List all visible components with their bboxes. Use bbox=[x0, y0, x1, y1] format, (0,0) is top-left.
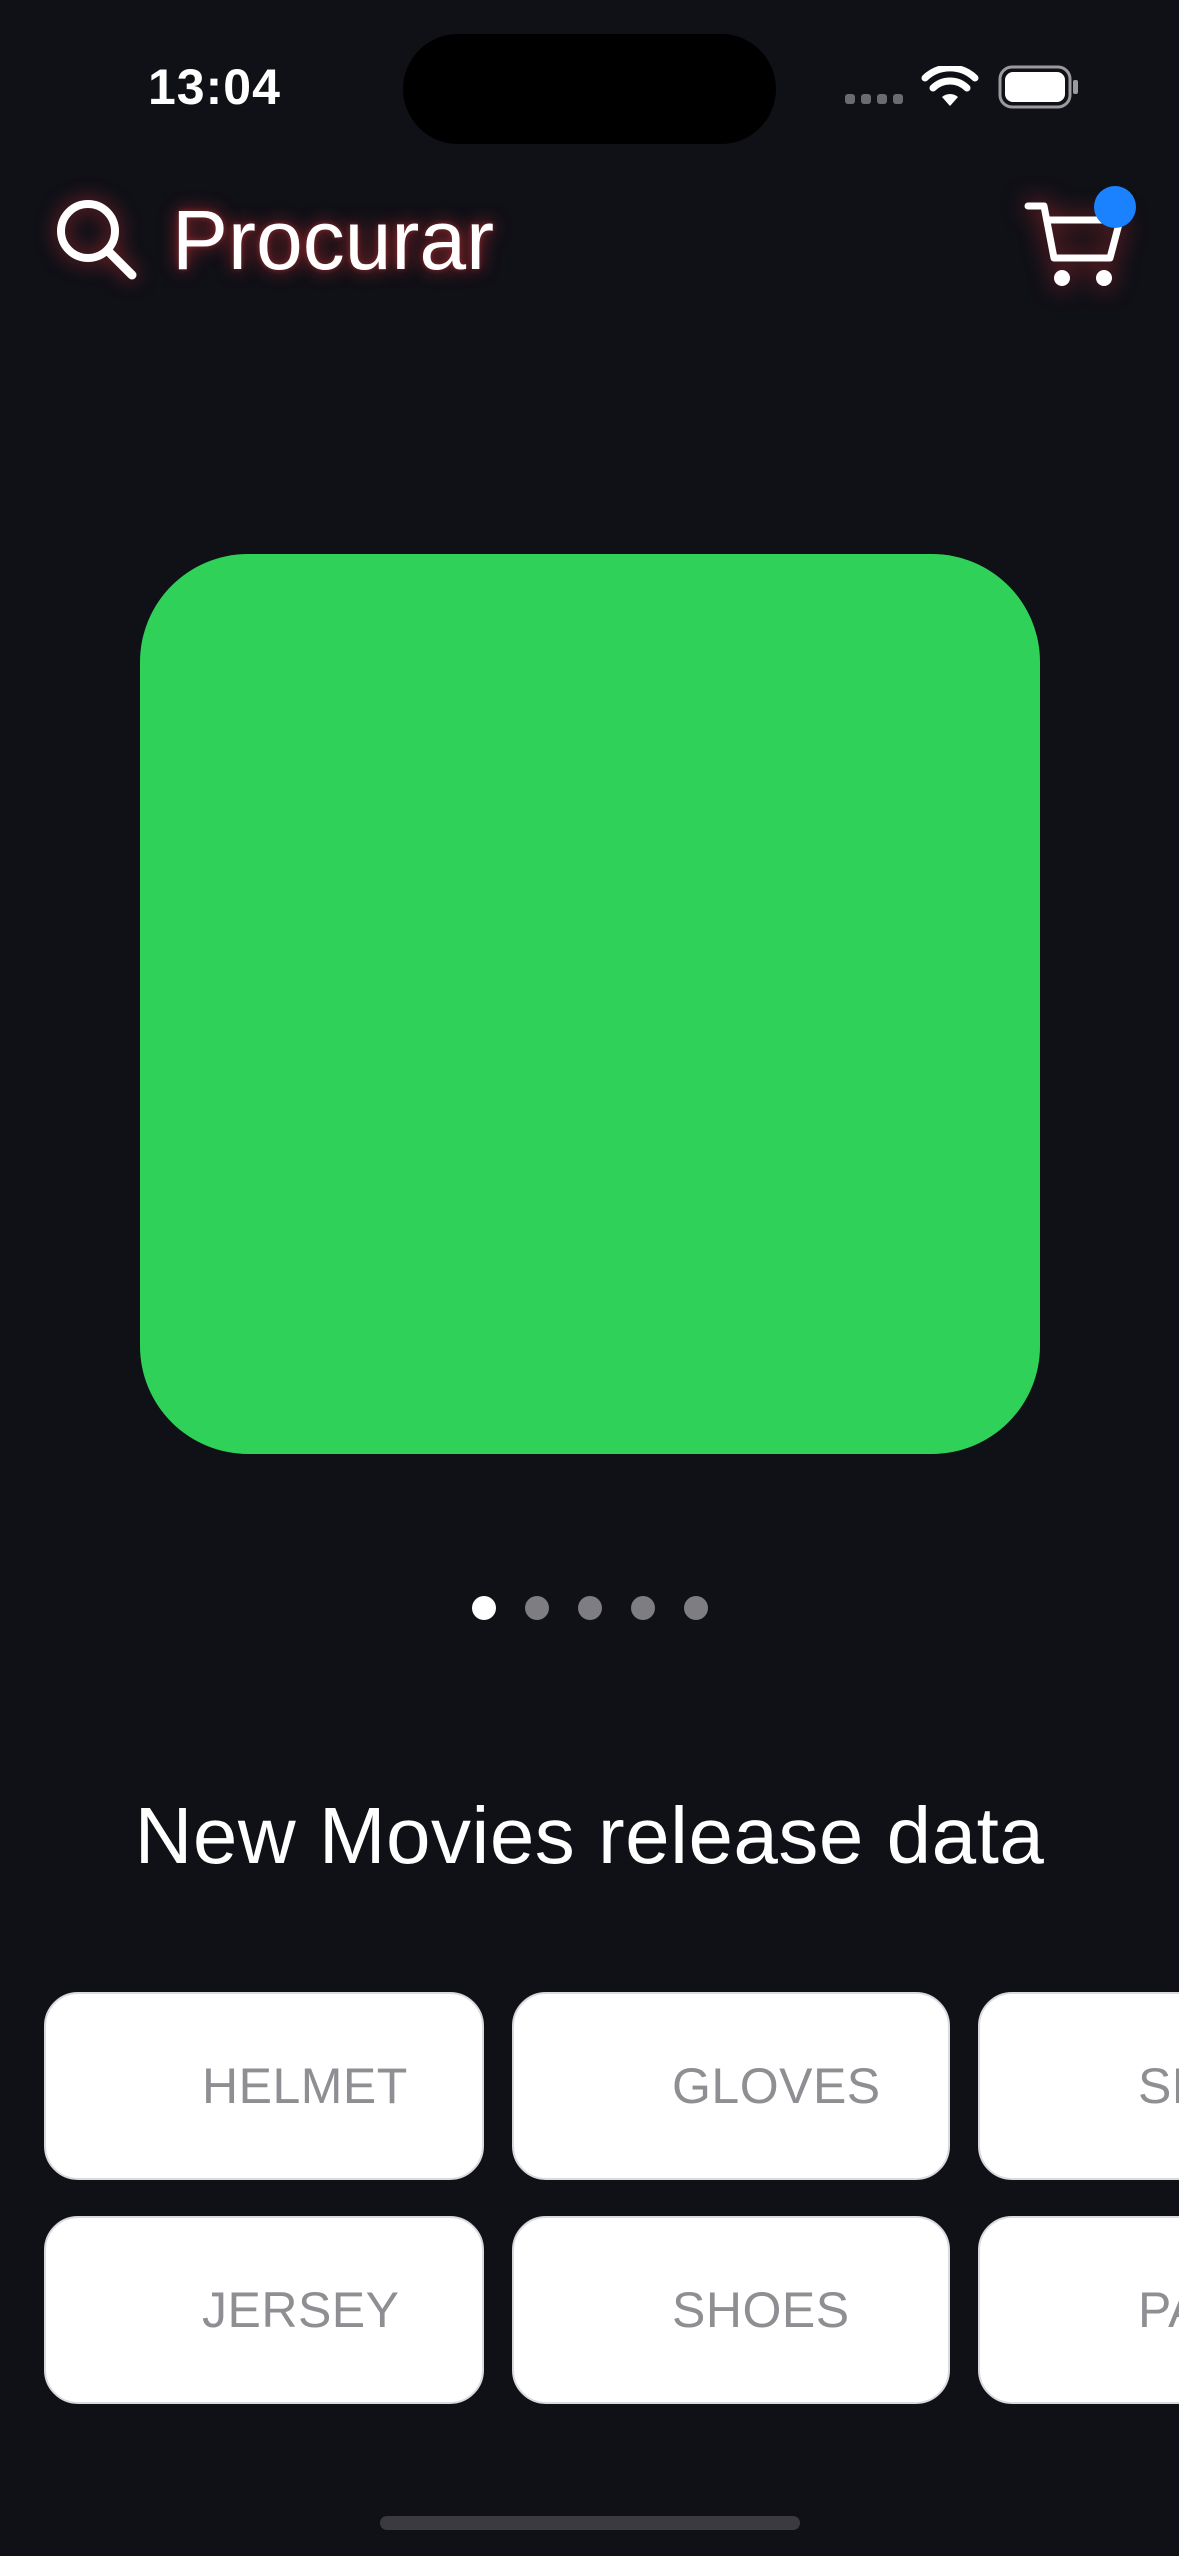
home-indicator[interactable] bbox=[380, 2516, 800, 2530]
category-label: SHOES bbox=[672, 2282, 850, 2338]
category-label: HELMET bbox=[202, 2058, 408, 2114]
page-dot-5[interactable] bbox=[684, 1596, 708, 1620]
status-bar: 13:04 bbox=[0, 0, 1179, 160]
cart-button[interactable] bbox=[1018, 180, 1138, 300]
category-gloves[interactable]: GLOVES bbox=[512, 1992, 950, 2180]
page-dot-2[interactable] bbox=[525, 1596, 549, 1620]
section-title: New Movies release data bbox=[134, 1791, 1045, 1880]
battery-icon bbox=[998, 65, 1078, 109]
search-icon bbox=[57, 200, 137, 280]
category-label: SH bbox=[1138, 2058, 1179, 2114]
category-grid[interactable]: HELMET GLOVES SH JERSEY SHOES PA bbox=[0, 1990, 1179, 2410]
category-third-partial[interactable]: SH bbox=[978, 1992, 1179, 2180]
header: Procurar bbox=[0, 170, 1179, 320]
status-time: 13:04 bbox=[148, 59, 281, 115]
category-label: JERSEY bbox=[202, 2282, 400, 2338]
search-label: Procurar bbox=[172, 192, 495, 287]
category-helmet[interactable]: HELMET bbox=[44, 1992, 484, 2180]
dynamic-island bbox=[403, 34, 776, 144]
cellular-signal-icon bbox=[845, 94, 905, 106]
page-dot-3[interactable] bbox=[578, 1596, 602, 1620]
search-button[interactable]: Procurar bbox=[40, 180, 506, 300]
category-sixth-partial[interactable]: PA bbox=[978, 2216, 1179, 2404]
category-jersey[interactable]: JERSEY bbox=[44, 2216, 484, 2404]
page-dot-1[interactable] bbox=[472, 1596, 496, 1620]
page-dot-4[interactable] bbox=[631, 1596, 655, 1620]
category-label: PA bbox=[1138, 2282, 1179, 2338]
category-label: GLOVES bbox=[672, 2058, 881, 2114]
carousel-slide[interactable] bbox=[140, 554, 1040, 1454]
wifi-icon bbox=[921, 66, 979, 106]
page-indicator[interactable] bbox=[462, 1594, 722, 1622]
cart-badge bbox=[1094, 186, 1136, 228]
category-shoes[interactable]: SHOES bbox=[512, 2216, 950, 2404]
